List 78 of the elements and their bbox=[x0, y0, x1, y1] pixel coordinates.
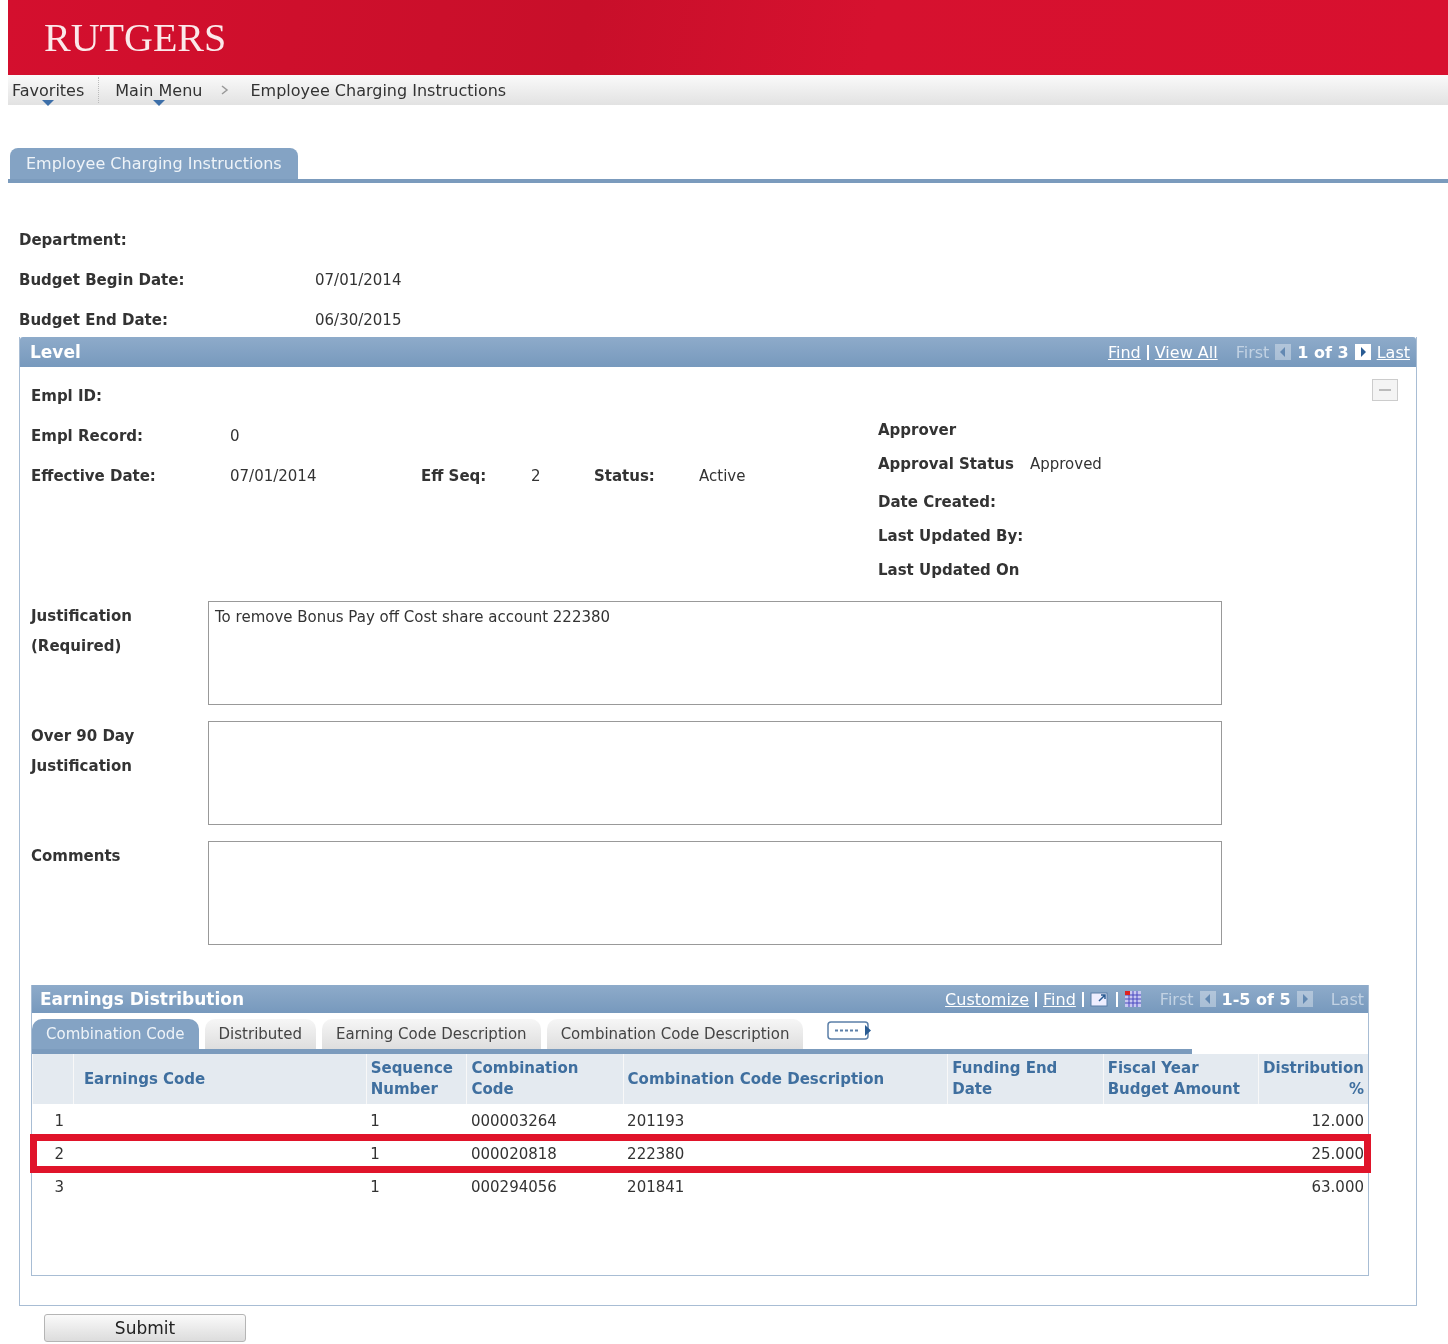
find-link[interactable]: Find bbox=[1107, 342, 1141, 362]
field-label: Last Updated On bbox=[878, 561, 1020, 579]
field-label: Budget End Date: bbox=[19, 311, 169, 329]
caret-icon bbox=[152, 99, 165, 106]
logo[interactable]: RUTGERS bbox=[44, 14, 227, 61]
field-label: Empl Record: bbox=[31, 427, 145, 447]
table-cell: 25.000 bbox=[1258, 1137, 1368, 1170]
field-value: Approved bbox=[1029, 455, 1102, 473]
column-header[interactable]: Earnings Code bbox=[73, 1054, 367, 1104]
text-area[interactable] bbox=[208, 841, 1222, 945]
table-cell: 3 bbox=[32, 1170, 74, 1203]
nav-item[interactable]: Favorites bbox=[8, 74, 89, 106]
table-cell: 201193 bbox=[623, 1104, 948, 1137]
table-cell: 201841 bbox=[623, 1170, 948, 1203]
column-header[interactable]: Sequence Number bbox=[366, 1054, 467, 1104]
field-value: 07/01/2014 bbox=[230, 467, 318, 487]
field-label: Empl ID: bbox=[31, 387, 103, 407]
field-label: Budget Begin Date: bbox=[19, 271, 186, 289]
submit-button[interactable]: Submit bbox=[44, 1314, 246, 1342]
field-label: Approval Status bbox=[878, 455, 1014, 473]
grid-tab[interactable]: Earning Code Description bbox=[322, 1019, 541, 1049]
table-cell: 1 bbox=[366, 1170, 467, 1203]
customize-link[interactable]: Customize bbox=[945, 989, 1030, 1009]
grid-tab[interactable]: Combination Code bbox=[32, 1019, 199, 1049]
record-count: 1 of 3 bbox=[1297, 342, 1349, 362]
nav-item[interactable]: Employee Charging Instructions bbox=[246, 74, 511, 106]
page-tab[interactable]: Employee Charging Instructions bbox=[10, 148, 298, 179]
find-link[interactable]: Find bbox=[1043, 989, 1076, 1009]
column-header[interactable]: Fiscal Year Budget Amount bbox=[1103, 1054, 1259, 1104]
field-value: Active bbox=[699, 467, 746, 487]
column-header[interactable]: Combination Code Description bbox=[623, 1054, 948, 1104]
last-link[interactable]: Last bbox=[1376, 342, 1410, 362]
text-area[interactable]: To remove Bonus Pay off Cost share account 222380 bbox=[208, 601, 1222, 705]
table-cell: 1 bbox=[366, 1104, 467, 1137]
show-all-columns-icon[interactable] bbox=[827, 1020, 874, 1042]
field-label: Comments bbox=[31, 846, 122, 867]
field-label: Over 90 Day Justification bbox=[31, 726, 136, 777]
nav-item[interactable]: Main Menu bbox=[111, 74, 207, 106]
table-cell: 1 bbox=[366, 1137, 467, 1170]
record-count: 1-5 of 5 bbox=[1221, 989, 1291, 1009]
chevron-icon bbox=[220, 85, 229, 95]
text-area[interactable] bbox=[208, 721, 1222, 825]
field-value: 0 bbox=[230, 427, 240, 447]
field-label: Department: bbox=[19, 231, 128, 249]
view-all-link[interactable]: View All bbox=[1154, 342, 1218, 362]
table-cell: 000003264 bbox=[466, 1104, 624, 1137]
field-label: Eff Seq: bbox=[421, 467, 488, 487]
field-label: Approver bbox=[878, 421, 957, 439]
grid-tab[interactable]: Combination Code Description bbox=[546, 1019, 804, 1049]
table-cell: 222380 bbox=[623, 1137, 948, 1170]
field-label: Status: bbox=[594, 467, 656, 487]
zoom-window-icon[interactable] bbox=[1089, 990, 1110, 1008]
previous-icon[interactable] bbox=[1275, 344, 1292, 360]
previous-icon[interactable] bbox=[1199, 991, 1216, 1007]
grid-title: Earnings Distribution bbox=[40, 989, 245, 1009]
column-header[interactable]: Distribution % bbox=[1258, 1054, 1368, 1104]
column-header[interactable]: Funding End Date bbox=[947, 1054, 1104, 1104]
spreadsheet-icon[interactable] bbox=[1123, 990, 1142, 1008]
column-header bbox=[32, 1054, 74, 1104]
column-header[interactable]: Combination Code bbox=[466, 1054, 624, 1104]
table-cell: 1 bbox=[32, 1104, 74, 1137]
field-label: Last Updated By: bbox=[878, 527, 1024, 545]
field-label: Effective Date: bbox=[31, 467, 157, 487]
table-cell: 000294056 bbox=[466, 1170, 624, 1203]
caret-icon bbox=[42, 99, 55, 106]
field-value: 07/01/2014 bbox=[315, 271, 402, 289]
panel-title: Level bbox=[30, 342, 81, 362]
field-value: 06/30/2015 bbox=[315, 311, 402, 329]
field-label: Date Created: bbox=[878, 493, 996, 511]
table-cell: 63.000 bbox=[1258, 1170, 1368, 1203]
field-label: Justification (Required) bbox=[31, 606, 133, 657]
table-cell: 12.000 bbox=[1258, 1104, 1368, 1137]
next-icon[interactable] bbox=[1354, 344, 1371, 360]
field-value: 2 bbox=[531, 467, 542, 487]
table-cell: 000020818 bbox=[466, 1137, 624, 1170]
table-cell: 2 bbox=[32, 1137, 74, 1170]
grid-tab[interactable]: Distributed bbox=[204, 1019, 316, 1049]
collapse-icon[interactable] bbox=[1372, 379, 1398, 401]
